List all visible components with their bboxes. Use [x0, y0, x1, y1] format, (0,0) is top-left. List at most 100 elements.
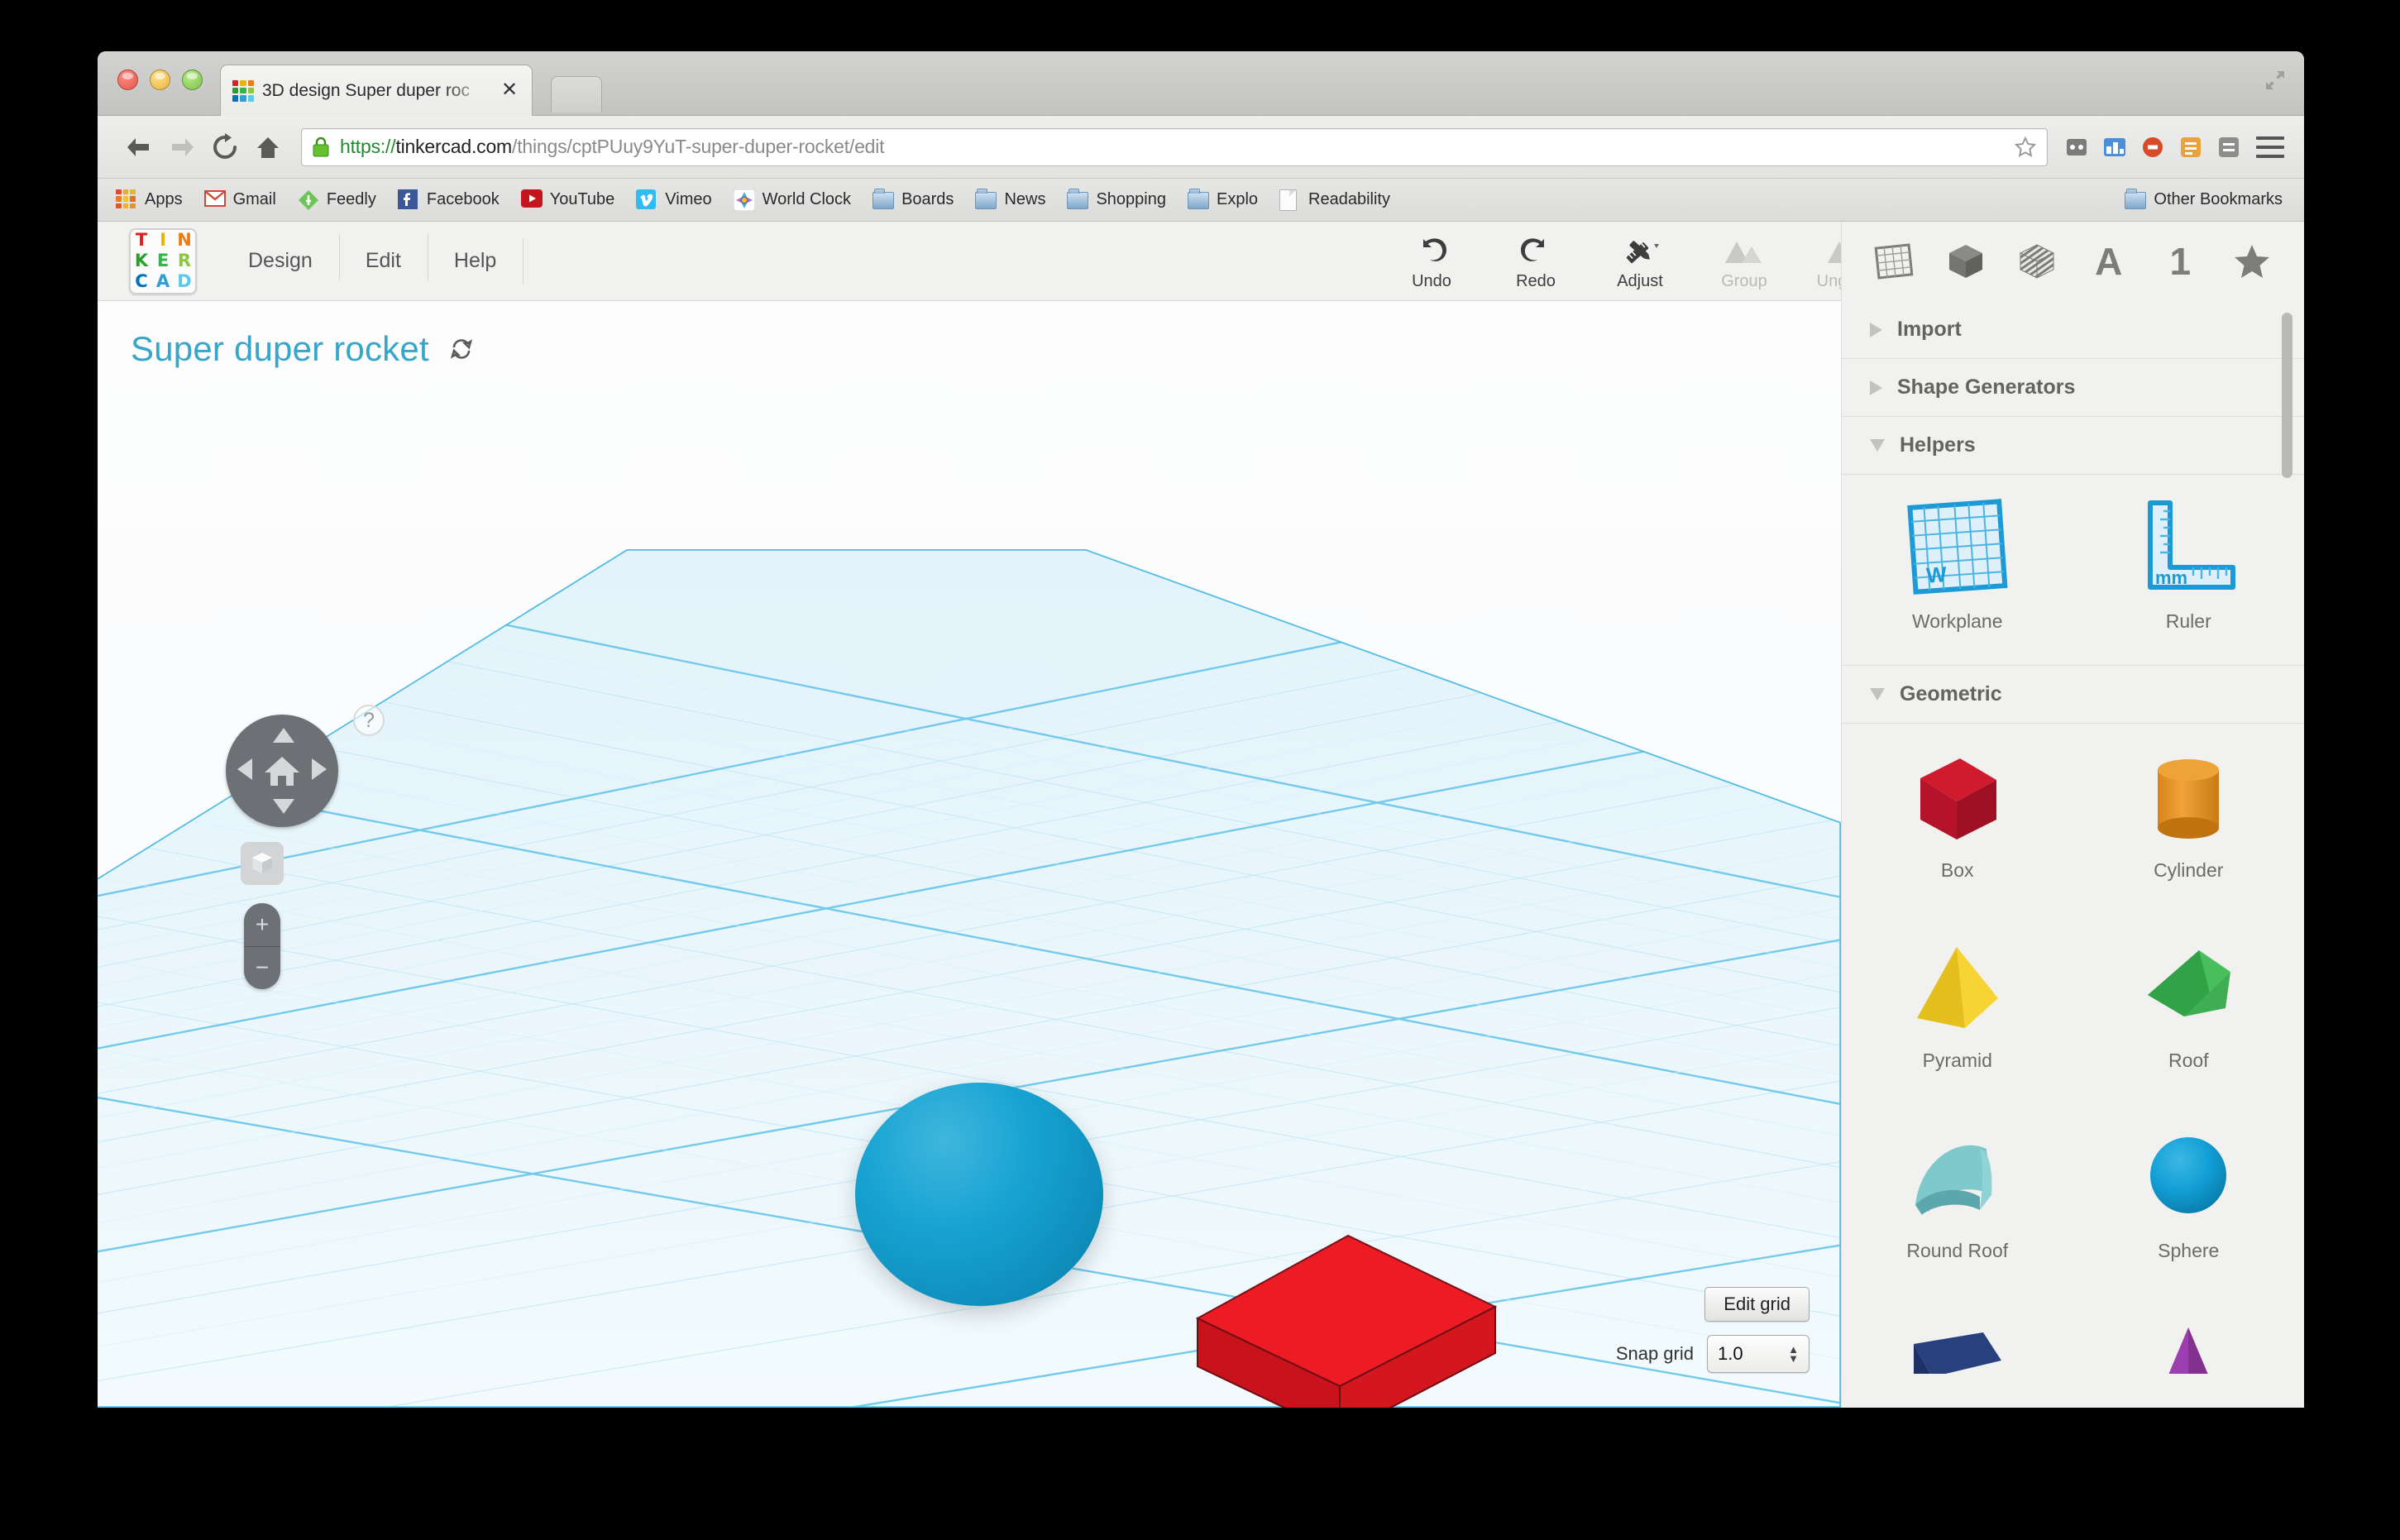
menu-help[interactable]: Help — [427, 234, 523, 280]
text-a-icon[interactable]: A — [2087, 239, 2131, 284]
shape-item-cylinder[interactable]: Cylinder — [2073, 724, 2305, 914]
zoom-in-button[interactable]: + — [244, 903, 280, 947]
bookmark-feedly[interactable]: Feedly — [298, 189, 376, 211]
zoom-out-button[interactable]: − — [244, 947, 280, 990]
shape-item-round-roof[interactable]: Round Roof — [1842, 1104, 2073, 1294]
refresh-sync-icon[interactable] — [449, 337, 474, 361]
view-left-arrow-icon[interactable] — [237, 758, 252, 780]
bookmark-star-icon[interactable] — [2014, 136, 2037, 159]
grid-controls: Edit grid Snap grid 1.0 ▲ ▼ — [1616, 1287, 1810, 1373]
page-title[interactable]: Super duper rocket — [131, 329, 429, 369]
bookmark-explo[interactable]: Explo — [1187, 188, 1259, 211]
extension-icons — [2064, 135, 2241, 160]
shape-item-pyramid[interactable]: Pyramid — [1842, 914, 2073, 1104]
menu-edit[interactable]: Edit — [338, 234, 428, 280]
address-bar[interactable]: https://tinkercad.com/things/cptPUuy9YuT… — [301, 127, 2048, 166]
forward-button[interactable] — [160, 126, 203, 169]
new-tab-button[interactable] — [551, 76, 602, 112]
bookmark-apps[interactable]: Apps — [116, 189, 183, 211]
tab-close-icon[interactable]: ✕ — [499, 79, 520, 102]
browser-tab[interactable]: 3D design Super duper roc ✕ — [220, 65, 533, 116]
cone-shape-icon — [2135, 1308, 2242, 1374]
shape-item-sphere[interactable]: Sphere — [2073, 1104, 2305, 1294]
bookmark-shopping[interactable]: Shopping — [1067, 188, 1166, 211]
edit-grid-button[interactable]: Edit grid — [1704, 1287, 1810, 1322]
panel-section-shape-generators[interactable]: Shape Generators — [1842, 359, 2304, 417]
bookmark-vimeo[interactable]: Vimeo — [636, 189, 712, 211]
extension-pocket-icon[interactable] — [2216, 135, 2241, 160]
browser-toolbar: https://tinkercad.com/things/cptPUuy9YuT… — [98, 116, 2304, 179]
sphere-shape-icon — [2135, 1117, 2242, 1238]
solid-cube-icon[interactable] — [1943, 239, 1988, 284]
bookmark-boards[interactable]: Boards — [873, 188, 954, 211]
shape-item-workplane[interactable]: W Workplane — [1842, 475, 2073, 665]
bookmark-readability[interactable]: Readability — [1279, 189, 1390, 211]
bookmark-gmail[interactable]: Gmail — [203, 189, 276, 211]
back-button[interactable] — [117, 126, 160, 169]
sphere-object[interactable] — [855, 1083, 1103, 1306]
app-main: Super duper rocket ? + − Edit grid Snap … — [98, 301, 2304, 1408]
star-icon[interactable] — [2230, 239, 2274, 284]
view-down-arrow-icon[interactable] — [273, 799, 294, 814]
bookmark-label: Explo — [1216, 190, 1259, 208]
group-button[interactable]: Group — [1692, 222, 1796, 301]
extension-puzzle-icon[interactable] — [2064, 135, 2089, 160]
fit-to-view-cube-icon[interactable] — [241, 842, 284, 885]
3d-canvas[interactable]: Super duper rocket ? + − Edit grid Snap … — [98, 301, 1841, 1408]
folder-icon — [1187, 188, 1209, 211]
menu-design[interactable]: Design — [222, 249, 339, 273]
undo-arrow-icon — [1413, 232, 1450, 269]
help-icon[interactable]: ? — [353, 705, 385, 736]
panel-section-import[interactable]: Import — [1842, 301, 2304, 359]
extension-readability-icon[interactable] — [2178, 135, 2203, 160]
shape-item-roof[interactable]: Roof — [2073, 914, 2305, 1104]
geometric-shape-grid: Box Cylinder Pyramid Roof Round Roof Sph… — [1842, 724, 2304, 1294]
reload-button[interactable] — [203, 126, 246, 169]
redo-button[interactable]: Redo — [1484, 222, 1588, 301]
shapes-panel[interactable]: Import Shape Generators Helpers W Workpl… — [1841, 301, 2304, 1408]
chevron-down-icon — [1870, 439, 1885, 452]
shape-item-ruler[interactable]: mm Ruler — [2073, 475, 2305, 665]
number-one-icon[interactable]: 1 — [2158, 239, 2202, 284]
panel-scrollbar-track[interactable] — [2282, 301, 2298, 1408]
roof-shape-icon — [2135, 927, 2242, 1048]
minimize-window-button[interactable] — [150, 69, 170, 90]
home-button[interactable] — [246, 126, 289, 169]
chevron-down-icon — [1870, 688, 1885, 701]
shape-item-wedge[interactable] — [1842, 1294, 2073, 1374]
striped-cube-icon[interactable] — [2015, 239, 2059, 284]
maximize-window-button[interactable] — [182, 69, 203, 90]
shape-item-cone[interactable] — [2073, 1294, 2305, 1374]
bookmark-label: YouTube — [549, 190, 615, 208]
folder-icon — [873, 188, 895, 211]
panel-section-helpers[interactable]: Helpers — [1842, 417, 2304, 475]
adjust-button[interactable]: Adjust — [1588, 222, 1692, 301]
box-object[interactable] — [1164, 1227, 1512, 1408]
logo-letter: A — [155, 271, 170, 292]
extension-chart-icon[interactable] — [2102, 135, 2127, 160]
chrome-menu-icon[interactable] — [2256, 136, 2284, 158]
app-toolbar: T I N K E R C A D Design Edit Help Undo … — [98, 222, 2304, 301]
shape-item-box[interactable]: Box — [1842, 724, 2073, 914]
snap-grid-select[interactable]: 1.0 ▲ ▼ — [1707, 1335, 1810, 1373]
other-bookmarks-button[interactable]: Other Bookmarks — [2125, 188, 2283, 211]
home-view-icon[interactable] — [262, 753, 302, 789]
bookmark-youtube[interactable]: YouTube — [520, 189, 615, 211]
extension-stop-icon[interactable] — [2140, 135, 2165, 160]
bookmark-label: Shopping — [1096, 190, 1166, 208]
close-window-button[interactable] — [117, 69, 138, 90]
fullscreen-icon[interactable] — [2264, 69, 2286, 91]
view-rotate-pad[interactable] — [226, 715, 338, 827]
bookmark-world-clock[interactable]: World Clock — [733, 189, 851, 211]
view-up-arrow-icon[interactable] — [273, 728, 294, 743]
panel-section-geometric[interactable]: Geometric — [1842, 666, 2304, 724]
view-right-arrow-icon[interactable] — [312, 758, 327, 780]
workplane-grid-icon[interactable] — [1872, 239, 1916, 284]
snap-grid-label: Snap grid — [1615, 1343, 1694, 1364]
bookmark-news[interactable]: News — [975, 188, 1046, 211]
undo-button[interactable]: Undo — [1379, 222, 1484, 301]
bookmark-facebook[interactable]: Facebook — [397, 189, 500, 211]
panel-scrollbar-thumb[interactable] — [2282, 313, 2292, 478]
bookmark-label: News — [1004, 190, 1046, 208]
tinkercad-logo[interactable]: T I N K E R C A D — [129, 227, 197, 294]
